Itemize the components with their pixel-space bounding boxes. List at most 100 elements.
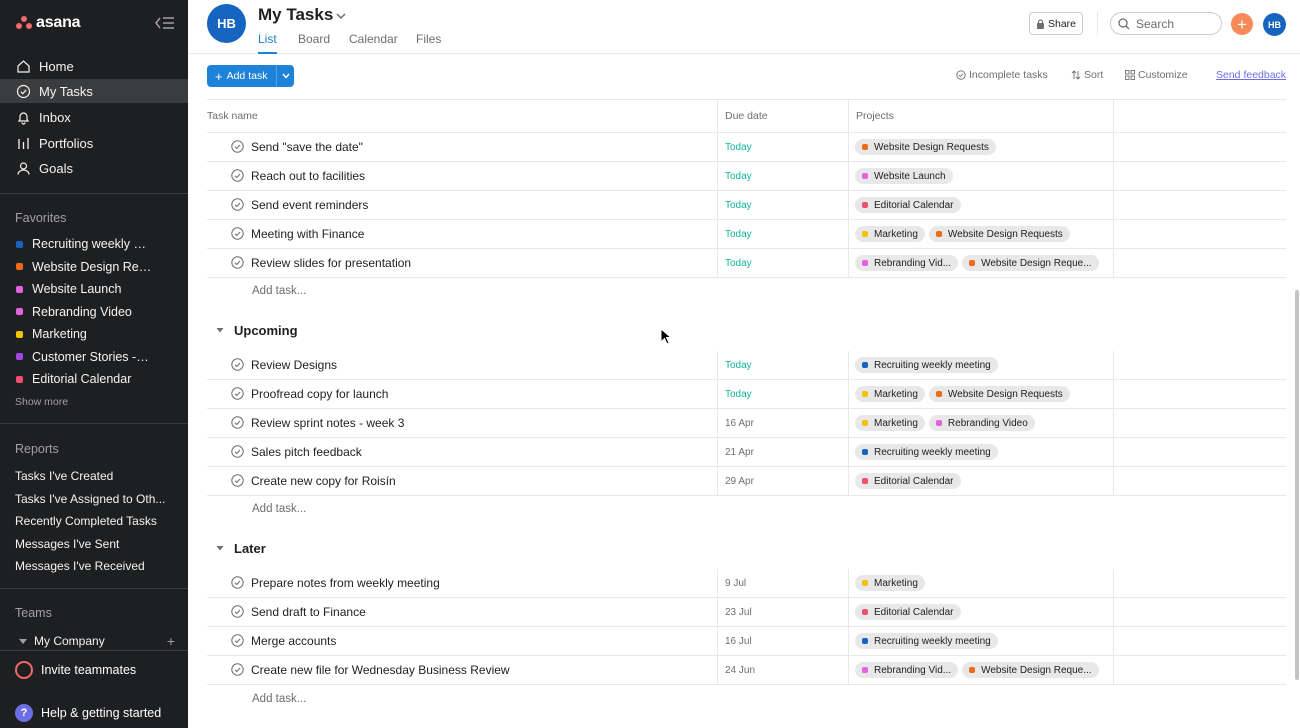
caret-down-icon[interactable] (216, 544, 224, 552)
complete-checkbox-icon[interactable] (231, 256, 244, 269)
complete-checkbox-icon[interactable] (231, 445, 244, 458)
project-pill[interactable]: Recruiting weekly meeting (855, 357, 998, 373)
task-row[interactable]: Review Designs Today Recruiting weekly mee… (207, 351, 1286, 380)
project-pill[interactable]: Website Design Requests (928, 386, 1070, 402)
task-row[interactable]: Send "save the date" Today Website Design … (207, 133, 1286, 162)
complete-checkbox-icon[interactable] (231, 227, 244, 240)
task-name[interactable]: Review sprint notes - week 3 (251, 416, 404, 430)
task-name[interactable]: Review slides for presentation (251, 256, 411, 270)
complete-checkbox-icon[interactable] (231, 474, 244, 487)
task-row[interactable]: Create new copy for Roisín 29 Apr Editoria… (207, 467, 1286, 496)
project-pill[interactable]: Marketing (855, 575, 925, 591)
task-name[interactable]: Meeting with Finance (251, 227, 364, 241)
search-input[interactable] (1136, 16, 1216, 31)
task-row[interactable]: Send draft to Finance 23 Jul Editorial Cal… (207, 598, 1286, 627)
sort-button[interactable]: Sort (1071, 69, 1103, 81)
task-name[interactable]: Prepare notes from weekly meeting (251, 576, 440, 590)
project-pill[interactable]: Website Design Requests (855, 139, 996, 155)
due-date[interactable]: Today (725, 171, 752, 182)
favorite-item[interactable]: Website Launch (0, 278, 188, 300)
complete-checkbox-icon[interactable] (231, 416, 244, 429)
due-date[interactable]: 9 Jul (725, 578, 746, 589)
task-name[interactable]: Send draft to Finance (251, 605, 366, 619)
due-date[interactable]: Today (725, 200, 752, 211)
task-name[interactable]: Send event reminders (251, 198, 368, 212)
help-button[interactable]: ? Help & getting started (15, 703, 161, 723)
project-pill[interactable]: Marketing (855, 226, 925, 242)
due-date[interactable]: 21 Apr (725, 447, 754, 458)
project-pill[interactable]: Editorial Calendar (855, 604, 961, 620)
project-pill[interactable]: Recruiting weekly meeting (855, 633, 998, 649)
column-header-task[interactable]: Task name (207, 99, 718, 133)
task-row[interactable]: Reach out to facilities Today Website Laun… (207, 162, 1286, 191)
project-pill[interactable]: Rebranding Video (928, 415, 1035, 431)
favorite-item[interactable]: Marketing (0, 323, 188, 345)
sidebar-item-home[interactable]: Home (0, 54, 188, 78)
project-pill[interactable]: Marketing (855, 386, 925, 402)
project-pill[interactable]: Website Design Reque... (962, 662, 1099, 678)
task-name[interactable]: Review Designs (251, 358, 337, 372)
due-date[interactable]: 24 Jun (725, 665, 755, 676)
favorite-item[interactable]: Editorial Calendar (0, 368, 188, 390)
report-item[interactable]: Messages I've Sent (15, 537, 175, 551)
project-pill[interactable]: Rebranding Vid... (855, 255, 959, 271)
project-pill[interactable]: Website Launch (855, 168, 953, 184)
report-item[interactable]: Tasks I've Assigned to Oth... (15, 492, 175, 506)
add-task-main[interactable]: + Add task (207, 65, 277, 87)
task-name[interactable]: Create new copy for Roisín (251, 474, 396, 488)
task-name[interactable]: Send "save the date" (251, 140, 363, 154)
complete-checkbox-icon[interactable] (231, 663, 244, 676)
scrollbar[interactable] (1295, 290, 1299, 680)
show-more-link[interactable]: Show more (15, 396, 68, 408)
incomplete-tasks-filter[interactable]: Incomplete tasks (956, 69, 1048, 81)
column-header-projects[interactable]: Projects (849, 99, 1114, 133)
add-task-dropdown-icon[interactable] (277, 65, 294, 87)
sidebar-item-portfolios[interactable]: Portfolios (0, 131, 188, 155)
due-date[interactable]: Today (725, 258, 752, 269)
add-task-inline-link[interactable]: Add task... (252, 503, 306, 515)
section-header[interactable]: Later (216, 539, 266, 557)
task-name[interactable]: Reach out to facilities (251, 169, 365, 183)
add-task-inline-link[interactable]: Add task... (252, 285, 306, 297)
sidebar-item-goals[interactable]: Goals (0, 156, 188, 180)
task-row[interactable]: Proofread copy for launch Today Marketing W… (207, 380, 1286, 409)
due-date[interactable]: 23 Jul (725, 607, 752, 618)
project-pill[interactable]: Rebranding Vid... (855, 662, 959, 678)
complete-checkbox-icon[interactable] (231, 576, 244, 589)
collapse-sidebar-icon[interactable] (154, 15, 176, 31)
task-name[interactable]: Proofread copy for launch (251, 387, 388, 401)
add-task-button[interactable]: + Add task (207, 65, 294, 87)
tab-calendar[interactable]: Calendar (349, 32, 398, 54)
project-pill[interactable]: Editorial Calendar (855, 197, 961, 213)
task-row[interactable]: Sales pitch feedback 21 Apr Recruiting wee… (207, 438, 1286, 467)
add-team-icon[interactable]: + (167, 633, 175, 649)
favorite-item[interactable]: Customer Stories - Q4 (0, 346, 188, 368)
column-header-due[interactable]: Due date (718, 99, 849, 133)
favorite-item[interactable]: Rebranding Video (0, 301, 188, 323)
invite-teammates-button[interactable]: Invite teammates (15, 659, 136, 681)
complete-checkbox-icon[interactable] (231, 169, 244, 182)
favorite-item[interactable]: Recruiting weekly m... (0, 233, 188, 255)
project-pill[interactable]: Website Design Reque... (962, 255, 1099, 271)
sidebar-item-my-tasks[interactable]: My Tasks (0, 79, 188, 103)
task-row[interactable]: Merge accounts 16 Jul Recruiting weekly me… (207, 627, 1286, 656)
due-date[interactable]: 16 Jul (725, 636, 752, 647)
task-row[interactable]: Send event reminders Today Editorial Calen… (207, 191, 1286, 220)
project-pill[interactable]: Website Design Requests (928, 226, 1070, 242)
due-date[interactable]: Today (725, 360, 752, 371)
customize-button[interactable]: Customize (1125, 69, 1188, 81)
team-my-company[interactable]: My Company + (15, 633, 175, 649)
due-date[interactable]: Today (725, 229, 752, 240)
caret-down-icon[interactable] (216, 326, 224, 334)
task-row[interactable]: Review slides for presentation Today Rebra… (207, 249, 1286, 278)
task-name[interactable]: Create new file for Wednesday Business R… (251, 663, 510, 677)
project-pill[interactable]: Marketing (855, 415, 925, 431)
task-row[interactable]: Create new file for Wednesday Business R… (207, 656, 1286, 685)
complete-checkbox-icon[interactable] (231, 198, 244, 211)
task-name[interactable]: Sales pitch feedback (251, 445, 362, 459)
add-task-inline-link[interactable]: Add task... (252, 693, 306, 705)
quick-add-plus-icon[interactable]: + (1231, 13, 1253, 35)
task-name[interactable]: Merge accounts (251, 634, 336, 648)
complete-checkbox-icon[interactable] (231, 605, 244, 618)
report-item[interactable]: Messages I've Received (15, 559, 175, 573)
